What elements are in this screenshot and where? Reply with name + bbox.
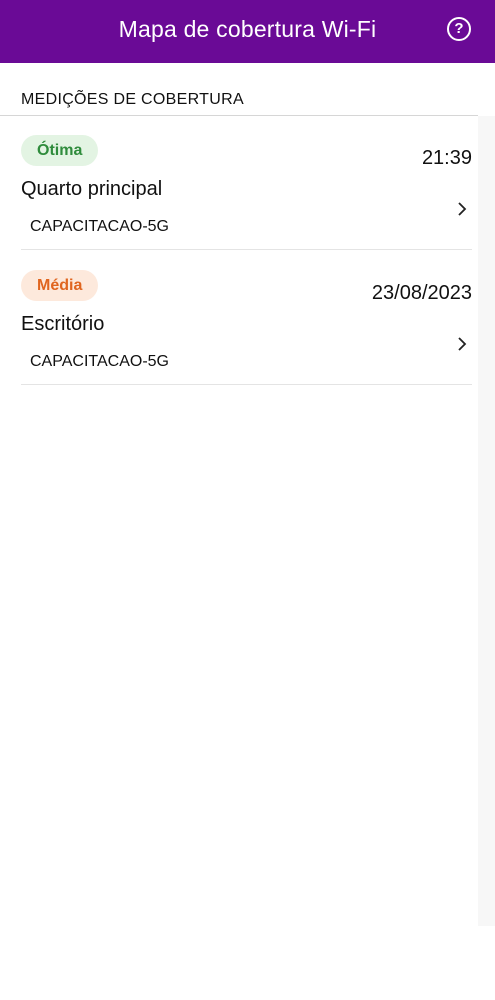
quality-badge: Média (21, 270, 99, 301)
card-divider (21, 384, 472, 385)
section-title: MEDIÇÕES DE COBERTURA (21, 91, 244, 108)
chevron-right-icon (458, 337, 467, 351)
network-ssid: CAPACITACAO-5G (30, 353, 169, 370)
room-name: Quarto principal (21, 178, 163, 200)
page-title: Mapa de cobertura Wi-Fi (118, 16, 377, 42)
measurement-time: 21:39 (421, 147, 472, 169)
measurement-card[interactable]: Ótima 21:39 Quarto principal CAPACITACAO… (0, 116, 478, 250)
room-name: Escritório (21, 313, 105, 335)
help-icon: ? (454, 20, 464, 37)
scroll-edge (478, 116, 495, 926)
measurement-card[interactable]: Média 23/08/2023 Escritório CAPACITACAO-… (0, 251, 478, 385)
card-divider (21, 249, 472, 250)
quality-badge: Ótima (21, 135, 99, 166)
measurement-date: 23/08/2023 (371, 282, 472, 304)
help-button[interactable]: ? (447, 17, 471, 41)
network-ssid: CAPACITACAO-5G (30, 218, 169, 235)
app-header: Mapa de cobertura Wi-Fi ? (0, 0, 495, 63)
chevron-right-icon (458, 202, 467, 216)
